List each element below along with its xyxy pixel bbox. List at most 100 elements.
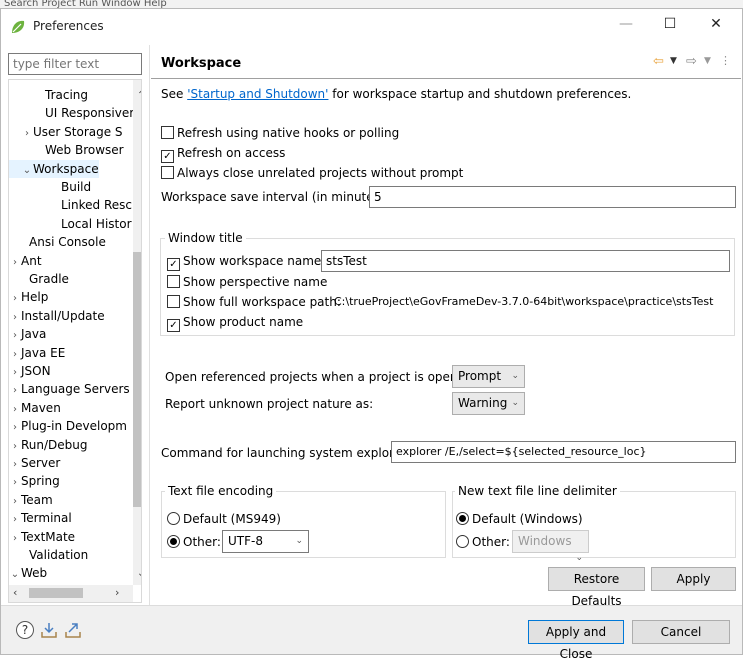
delimiter-default-radio[interactable]	[456, 512, 469, 525]
show-name-checkbox[interactable]: ✓	[167, 258, 180, 271]
encoding-default-radio[interactable]	[167, 512, 180, 525]
chevron-down-icon[interactable]: ⌄	[9, 566, 21, 584]
delimiter-other-option[interactable]: Other:	[456, 535, 510, 549]
tree-item[interactable]: › Team	[9, 491, 53, 509]
tree-item[interactable]: Tracing	[9, 86, 88, 104]
chevron-right-icon[interactable]: ›	[21, 125, 33, 143]
tree-item[interactable]: › Plug-in Developm	[9, 417, 127, 435]
tree-item[interactable]: Validation	[9, 546, 88, 564]
tree-item[interactable]: › TextMate	[9, 528, 75, 546]
tree-item[interactable]: › User Storage S	[9, 123, 123, 141]
tree-item[interactable]: Linked Resc	[9, 196, 132, 214]
chevron-right-icon[interactable]: ›	[9, 290, 21, 308]
show-perspective-checkbox[interactable]	[167, 275, 180, 288]
tree-horizontal-thumb[interactable]	[29, 588, 83, 598]
show-full-path-option[interactable]: Show full workspace path:	[167, 295, 341, 309]
tree-item[interactable]: Web Browser	[9, 141, 124, 159]
tree-item[interactable]: › Server	[9, 454, 60, 472]
explorer-command-input[interactable]: explorer /E,/select=${selected_resource_…	[391, 441, 736, 463]
tree-item[interactable]: › JSON	[9, 362, 51, 380]
show-perspective-option[interactable]: Show perspective name	[167, 275, 327, 289]
tree-item[interactable]: › Help	[9, 288, 48, 306]
show-product-checkbox[interactable]: ✓	[167, 319, 180, 332]
report-nature-combo[interactable]: Warning ⌄	[452, 392, 525, 415]
chevron-right-icon[interactable]: ›	[9, 327, 21, 345]
tree-item[interactable]: Ansi Console	[9, 233, 106, 251]
encoding-other-option[interactable]: Other:	[167, 535, 221, 549]
refresh-native-option[interactable]: Refresh using native hooks or polling	[161, 126, 399, 140]
filter-input[interactable]	[8, 53, 142, 75]
scroll-down-icon[interactable]: ⌄	[137, 568, 141, 579]
chevron-down-icon[interactable]: ⌄	[21, 162, 33, 180]
import-icon[interactable]	[40, 621, 58, 639]
tree-item[interactable]: UI Responsiver	[9, 104, 134, 122]
tree-item[interactable]: › Java	[9, 325, 46, 343]
chevron-right-icon[interactable]: ›	[9, 438, 21, 456]
tree-item[interactable]: Local Histor	[9, 215, 132, 233]
always-close-option[interactable]: Always close unrelated projects without …	[161, 166, 463, 180]
encoding-default-option[interactable]: Default (MS949)	[167, 512, 281, 526]
chevron-right-icon[interactable]: ›	[9, 530, 21, 548]
show-name-option[interactable]: ✓ Show workspace name:	[167, 254, 325, 271]
full-workspace-path: C:\trueProject\eGovFrameDev-3.7.0-64bit\…	[334, 295, 714, 308]
scroll-right-icon[interactable]: ›	[115, 586, 119, 599]
refresh-access-option[interactable]: ✓ Refresh on access	[161, 146, 285, 163]
chevron-right-icon[interactable]: ›	[9, 254, 21, 272]
chevron-right-icon[interactable]: ›	[9, 511, 21, 529]
tree-item[interactable]: › Spring	[9, 472, 60, 490]
panel-divider[interactable]	[149, 45, 150, 605]
cancel-button[interactable]: Cancel	[632, 620, 730, 644]
show-product-option[interactable]: ✓ Show product name	[167, 315, 303, 332]
tree-item[interactable]: ⌄ Web	[9, 564, 47, 582]
chevron-right-icon[interactable]: ›	[9, 401, 21, 419]
forward-arrow-icon[interactable]: ⇨	[686, 54, 697, 69]
chevron-right-icon[interactable]: ›	[9, 309, 21, 327]
chevron-right-icon[interactable]: ›	[9, 493, 21, 511]
restore-defaults-button[interactable]: Restore Defaults	[548, 567, 645, 608]
open-referenced-combo[interactable]: Prompt ⌄	[452, 365, 525, 388]
back-menu-icon[interactable]: ▼	[670, 56, 677, 66]
minimize-button[interactable]: —	[603, 9, 649, 39]
chevron-right-icon[interactable]: ›	[9, 382, 21, 400]
tree-vertical-thumb[interactable]	[133, 252, 141, 507]
encoding-other-radio[interactable]	[167, 535, 180, 548]
tree-item[interactable]: › Terminal	[9, 509, 72, 527]
startup-shutdown-link[interactable]: 'Startup and Shutdown'	[187, 87, 328, 101]
chevron-right-icon[interactable]: ›	[9, 456, 21, 474]
tree-item[interactable]: › Language Servers	[9, 380, 130, 398]
refresh-access-label: Refresh on access	[177, 146, 286, 160]
tree-item[interactable]: › Install/Update	[9, 307, 105, 325]
show-full-path-checkbox[interactable]	[167, 295, 180, 308]
help-icon[interactable]: ?	[16, 621, 34, 639]
close-button[interactable]: ✕	[693, 9, 739, 39]
view-menu-icon[interactable]: ⋮	[720, 54, 731, 67]
encoding-combo[interactable]: UTF-8 ⌄	[222, 530, 309, 553]
export-icon[interactable]	[64, 621, 82, 639]
delimiter-other-radio[interactable]	[456, 535, 469, 548]
refresh-native-checkbox[interactable]	[161, 126, 174, 139]
tree-item[interactable]: › Java EE	[9, 344, 65, 362]
forward-menu-icon[interactable]: ▼	[704, 56, 711, 66]
chevron-right-icon[interactable]: ›	[9, 364, 21, 382]
tree-item[interactable]: › Maven	[9, 399, 61, 417]
apply-button[interactable]: Apply	[651, 567, 736, 591]
tree-item[interactable]: Build	[9, 178, 91, 196]
back-arrow-icon[interactable]: ⇦	[653, 54, 664, 69]
maximize-button[interactable]: ☐	[647, 9, 693, 39]
chevron-right-icon[interactable]: ›	[9, 474, 21, 492]
refresh-access-checkbox[interactable]: ✓	[161, 150, 174, 163]
tree-item[interactable]: ⌄ Workspace	[9, 159, 99, 180]
tree-item-label: Terminal	[21, 511, 72, 526]
save-interval-input[interactable]: 5	[369, 186, 736, 208]
apply-and-close-button[interactable]: Apply and Close	[528, 620, 624, 661]
tree-item[interactable]: › Ant	[9, 252, 42, 270]
delimiter-default-option[interactable]: Default (Windows)	[456, 512, 583, 526]
workspace-name-input[interactable]: stsTest	[321, 250, 730, 272]
scroll-up-icon[interactable]: ⌃	[137, 90, 141, 101]
chevron-right-icon[interactable]: ›	[9, 419, 21, 437]
tree-item[interactable]: Gradle	[9, 270, 69, 288]
chevron-right-icon[interactable]: ›	[9, 346, 21, 364]
always-close-checkbox[interactable]	[161, 166, 174, 179]
tree-item[interactable]: › Run/Debug	[9, 436, 88, 454]
scroll-left-icon[interactable]: ‹	[13, 586, 17, 599]
